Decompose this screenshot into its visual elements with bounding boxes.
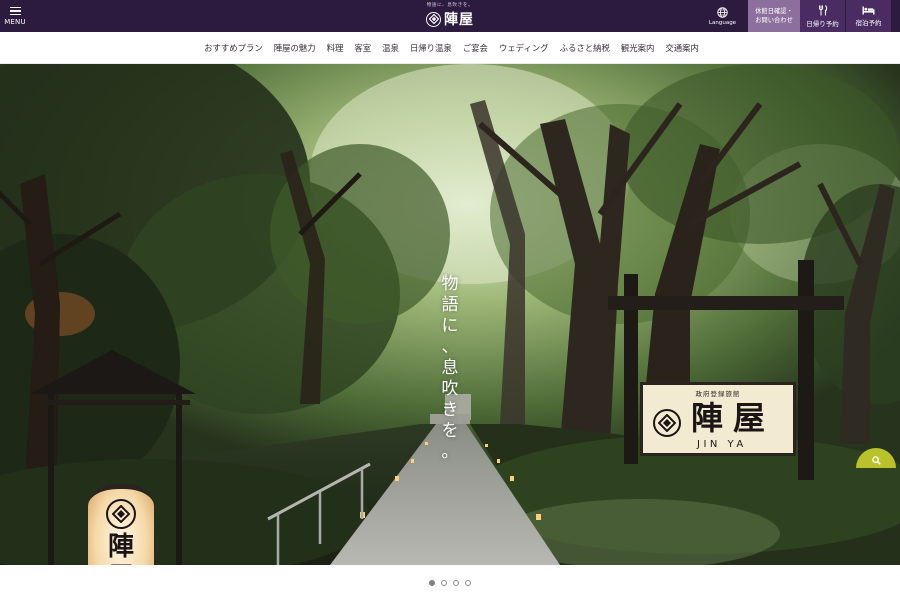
- signboard-name: 陣屋: [691, 399, 776, 437]
- family-crest-icon: [426, 11, 441, 27]
- slider-dot-3[interactable]: [453, 579, 459, 586]
- catch-char: 語: [441, 295, 459, 315]
- family-crest-icon: [653, 409, 681, 437]
- signboard-subtitle: 政府登録旅館: [695, 390, 741, 398]
- search-icon: [871, 456, 881, 465]
- language-button[interactable]: Language: [700, 0, 745, 32]
- stay-label: 宿泊予約: [855, 18, 882, 27]
- nav-item-access[interactable]: 交通案内: [665, 42, 699, 54]
- catch-char: 息: [441, 358, 459, 378]
- catch-char: 、: [441, 337, 459, 357]
- inn-signboard: 政府登録旅館 陣屋 JIN YA: [640, 382, 796, 456]
- nav-item-wedding[interactable]: ウェディング: [499, 42, 549, 54]
- catch-char: 。: [441, 442, 459, 462]
- nav-item-rooms[interactable]: 客室: [354, 42, 371, 54]
- catch-char: 吹: [441, 379, 459, 399]
- slider-pagination: [0, 565, 900, 600]
- hero-catchcopy: 物 語 に 、 息 吹 き を 。: [439, 274, 461, 463]
- catch-char: に: [441, 316, 459, 336]
- logo-text: 陣屋: [444, 12, 474, 28]
- paper-lantern: 陣 屋: [88, 484, 154, 565]
- day-trip-label: 日帰り予約: [806, 19, 839, 28]
- nav-item-appeal[interactable]: 陣屋の魅力: [274, 42, 316, 54]
- contact-label-line2: お問い合わせ: [755, 17, 793, 24]
- hamburger-icon: [9, 6, 21, 16]
- globe-icon: [717, 6, 728, 18]
- nav-item-sightseeing[interactable]: 観光案内: [621, 42, 655, 54]
- stay-reserve-button[interactable]: 宿泊予約: [846, 0, 891, 32]
- slider-dot-1[interactable]: [429, 579, 435, 586]
- nav-item-day-trip-spa[interactable]: 日帰り温泉: [410, 42, 452, 54]
- global-nav: おすすめプラン 陣屋の魅力 料理 客室 温泉 日帰り温泉 ご宴会 ウェディング …: [0, 32, 900, 64]
- slider-dot-4[interactable]: [465, 579, 471, 586]
- nav-item-banquets[interactable]: ご宴会: [463, 42, 488, 54]
- menu-button[interactable]: MENU: [0, 0, 30, 32]
- hero-slider: 物 語 に 、 息 吹 き を 。 政府登録旅館 陣屋 JIN YA 陣 屋: [0, 64, 900, 565]
- nav-item-hot-spring[interactable]: 温泉: [382, 42, 399, 54]
- language-label: Language: [708, 19, 737, 26]
- bed-icon: [862, 6, 875, 14]
- nav-item-recommended-plans[interactable]: おすすめプラン: [204, 42, 263, 54]
- slider-dot-2[interactable]: [441, 579, 447, 586]
- lantern-char: 陣: [107, 532, 134, 562]
- menu-label: MENU: [4, 17, 26, 26]
- nav-item-cuisine[interactable]: 料理: [327, 42, 344, 54]
- fork-knife-icon: [818, 4, 827, 15]
- catch-char: を: [441, 421, 459, 441]
- top-header: MENU 物語に、息吹きを。 陣屋 Language 休館日確認・ お問い合わせ…: [0, 0, 900, 32]
- contact-label-line1: 休館日確認・: [755, 8, 793, 15]
- signboard-roman: JIN YA: [697, 439, 747, 450]
- catch-char: 物: [441, 274, 459, 294]
- logo-tagline: 物語に、息吹きを。: [426, 3, 474, 8]
- family-crest-icon: [106, 499, 136, 529]
- catch-char: き: [441, 400, 459, 420]
- nav-item-hometown-tax[interactable]: ふるさと納税: [560, 42, 610, 54]
- contact-button[interactable]: 休館日確認・ お問い合わせ: [748, 0, 800, 32]
- site-logo[interactable]: 物語に、息吹きを。 陣屋: [419, 2, 481, 30]
- day-trip-reserve-button[interactable]: 日帰り予約: [800, 0, 846, 32]
